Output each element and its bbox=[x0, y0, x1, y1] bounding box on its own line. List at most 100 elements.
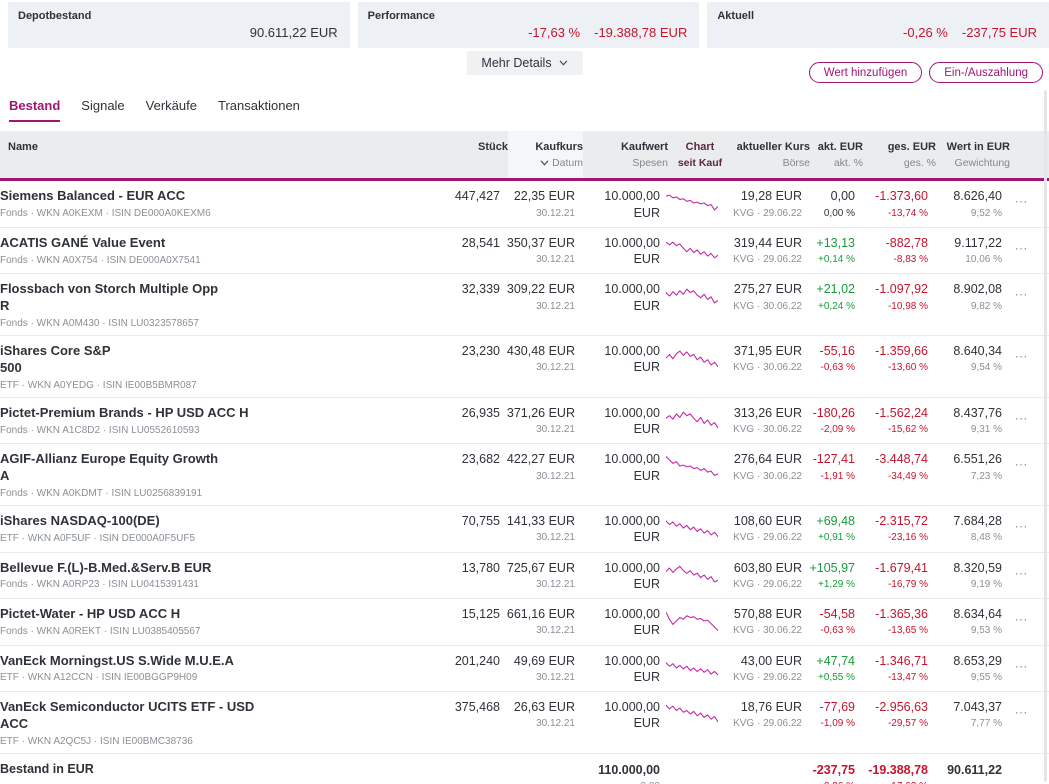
sparkline-chart bbox=[660, 188, 724, 216]
aktueller-kurs-value: 108,60 EUR bbox=[724, 513, 802, 529]
row-menu-button[interactable]: ⋯ bbox=[1002, 606, 1041, 628]
kurs-quelle-datum: KVG · 29.06.22 bbox=[724, 254, 802, 265]
tab-signale[interactable]: Signale bbox=[81, 98, 124, 122]
aktueller-kurs-value: 18,76 EUR bbox=[724, 699, 802, 715]
column-header-kaufwert[interactable]: KaufwertSpesen bbox=[583, 131, 668, 178]
table-row[interactable]: Pictet-Premium Brands - HP USD ACC H Fon… bbox=[0, 398, 1049, 445]
column-header-wert-in-eur[interactable]: Wert in EURGewichtung bbox=[936, 131, 1010, 178]
kaufkurs-value: 350,37 EUR bbox=[500, 235, 575, 251]
tab-verkaeufe[interactable]: Verkäufe bbox=[146, 98, 197, 122]
instrument-name-line2[interactable]: R bbox=[0, 298, 350, 315]
instrument-name[interactable]: VanEck Semiconductor UCITS ETF - USD bbox=[0, 699, 350, 716]
kurs-quelle-datum: KVG · 30.06.22 bbox=[724, 424, 802, 435]
gewichtung-value: 9,53 % bbox=[928, 625, 1002, 636]
kaufkurs-value: 371,26 EUR bbox=[500, 405, 575, 421]
instrument-name[interactable]: Bellevue F.(L)-B.Med.&Serv.B EUR bbox=[0, 560, 350, 577]
instrument-name[interactable]: Flossbach von Storch Multiple Opp bbox=[0, 281, 350, 298]
kurs-quelle-datum: KVG · 30.06.22 bbox=[724, 471, 802, 482]
akt-eur-value: -180,26 bbox=[802, 405, 855, 421]
gewichtung-value: 9,54 % bbox=[928, 362, 1002, 373]
performance-value: -19.388,78 EUR bbox=[594, 25, 687, 40]
kauf-datum: 30.12.21 bbox=[500, 301, 575, 312]
deposit-withdraw-button[interactable]: Ein-/Auszahlung bbox=[929, 62, 1043, 83]
instrument-name[interactable]: Siemens Balanced - EUR ACC bbox=[0, 188, 350, 205]
kaufkurs-value: 309,22 EUR bbox=[500, 281, 575, 297]
ges-pct-value: -10,98 % bbox=[855, 301, 928, 312]
table-row[interactable]: VanEck Morningst.US S.Wide M.U.E.A ETF ·… bbox=[0, 646, 1049, 693]
row-menu-button[interactable]: ⋯ bbox=[1002, 405, 1041, 427]
kauf-datum: 30.12.21 bbox=[500, 208, 575, 219]
table-row[interactable]: iShares Core S&P 500 ETF · WKN A0YEDG · … bbox=[0, 336, 1049, 398]
instrument-name-line2[interactable]: ACC bbox=[0, 716, 350, 733]
kauf-datum: 30.12.21 bbox=[500, 362, 575, 373]
akt-pct-value: +1,29 % bbox=[802, 579, 855, 590]
sparkline-chart bbox=[660, 653, 724, 681]
add-value-button[interactable]: Wert hinzufügen bbox=[809, 62, 923, 83]
sparkline-chart bbox=[660, 451, 724, 479]
table-row[interactable]: AGIF-Allianz Europe Equity Growth A Fond… bbox=[0, 444, 1049, 506]
column-header-aktueller-kurs[interactable]: aktueller KursBörse bbox=[732, 131, 810, 178]
kaufwert-value: 10.000,00 EUR bbox=[575, 451, 660, 484]
ges-eur-value: -1.097,92 bbox=[855, 281, 928, 297]
column-header-ges-eur[interactable]: ges. EURges. % bbox=[863, 131, 936, 178]
sparkline-chart bbox=[660, 513, 724, 541]
instrument-name[interactable]: iShares NASDAQ-100(DE) bbox=[0, 513, 350, 530]
row-menu-button[interactable]: ⋯ bbox=[1002, 188, 1041, 210]
kauf-datum: 30.12.21 bbox=[500, 625, 575, 636]
sparkline-chart bbox=[660, 343, 724, 371]
akt-pct-value: +0,24 % bbox=[802, 301, 855, 312]
column-header-kaufkurs[interactable]: Kaufkurs Datum bbox=[508, 131, 583, 178]
akt-eur-value: -77,69 bbox=[802, 699, 855, 715]
kaufwert-value: 10.000,00 EUR bbox=[575, 560, 660, 593]
row-menu-button[interactable]: ⋯ bbox=[1002, 235, 1041, 257]
kurs-quelle-datum: KVG · 30.06.22 bbox=[724, 625, 802, 636]
instrument-name-line2[interactable]: 500 bbox=[0, 360, 350, 377]
akt-eur-value: -54,58 bbox=[802, 606, 855, 622]
aktuell-pct: -0,26 % bbox=[903, 25, 948, 40]
table-row[interactable]: Flossbach von Storch Multiple Opp R Fond… bbox=[0, 274, 1049, 336]
row-menu-button[interactable]: ⋯ bbox=[1002, 560, 1041, 582]
kaufwert-value: 10.000,00 EUR bbox=[575, 235, 660, 268]
instrument-name[interactable]: ACATIS GANÉ Value Event bbox=[0, 235, 350, 252]
row-menu-button[interactable]: ⋯ bbox=[1002, 699, 1041, 721]
tab-transaktionen[interactable]: Transaktionen bbox=[218, 98, 300, 122]
column-header-chart[interactable]: Chartseit Kauf bbox=[668, 131, 732, 178]
tab-bestand[interactable]: Bestand bbox=[9, 98, 60, 122]
ges-eur-value: -1.562,24 bbox=[855, 405, 928, 421]
wert-in-eur-value: 8.626,40 bbox=[928, 188, 1002, 204]
table-row[interactable]: VanEck Semiconductor UCITS ETF - USD ACC… bbox=[0, 692, 1049, 754]
instrument-name[interactable]: Pictet-Premium Brands - HP USD ACC H bbox=[0, 405, 350, 422]
kauf-datum: 30.12.21 bbox=[500, 579, 575, 590]
ges-pct-value: -13,65 % bbox=[855, 625, 928, 636]
instrument-name[interactable]: Pictet-Water - HP USD ACC H bbox=[0, 606, 350, 623]
gewichtung-value: 10,06 % bbox=[928, 254, 1002, 265]
row-menu-button[interactable]: ⋯ bbox=[1002, 451, 1041, 473]
more-details-button[interactable]: Mehr Details bbox=[466, 51, 582, 75]
row-menu-button[interactable]: ⋯ bbox=[1002, 513, 1041, 535]
row-menu-button[interactable]: ⋯ bbox=[1002, 343, 1041, 365]
instrument-name-line2[interactable]: A bbox=[0, 468, 350, 485]
row-menu-button[interactable]: ⋯ bbox=[1002, 653, 1041, 675]
sparkline-chart bbox=[660, 281, 724, 309]
ges-eur-value: -2.315,72 bbox=[855, 513, 928, 529]
table-row[interactable]: iShares NASDAQ-100(DE) ETF · WKN A0F5UF … bbox=[0, 506, 1049, 553]
table-row[interactable]: Pictet-Water - HP USD ACC H Fonds · WKN … bbox=[0, 599, 1049, 646]
instrument-details: ETF · WKN A2QC5J · ISIN IE00BMC38736 bbox=[0, 736, 444, 747]
scrollbar[interactable] bbox=[1044, 90, 1047, 782]
ges-pct-value: -34,49 % bbox=[855, 471, 928, 482]
instrument-name[interactable]: AGIF-Allianz Europe Equity Growth bbox=[0, 451, 350, 468]
instrument-name[interactable]: VanEck Morningst.US S.Wide M.U.E.A bbox=[0, 653, 350, 670]
row-menu-button[interactable]: ⋯ bbox=[1002, 281, 1041, 303]
column-header-akt-eur[interactable]: akt. EURakt. % bbox=[810, 131, 863, 178]
kaufkurs-value: 49,69 EUR bbox=[500, 653, 575, 669]
table-row[interactable]: ACATIS GANÉ Value Event Fonds · WKN A0X7… bbox=[0, 228, 1049, 275]
wert-in-eur-value: 8.437,76 bbox=[928, 405, 1002, 421]
table-row[interactable]: Bellevue F.(L)-B.Med.&Serv.B EUR Fonds ·… bbox=[0, 553, 1049, 600]
sparkline-chart bbox=[660, 235, 724, 263]
column-header-name[interactable]: Name bbox=[8, 131, 452, 178]
kaufkurs-value: 430,48 EUR bbox=[500, 343, 575, 359]
table-row[interactable]: Siemens Balanced - EUR ACC Fonds · WKN A… bbox=[0, 181, 1049, 228]
instrument-details: Fonds · WKN A0RP23 · ISIN LU0415391431 bbox=[0, 579, 444, 590]
column-header-stueck[interactable]: Stück bbox=[452, 131, 508, 178]
instrument-name[interactable]: iShares Core S&P bbox=[0, 343, 350, 360]
